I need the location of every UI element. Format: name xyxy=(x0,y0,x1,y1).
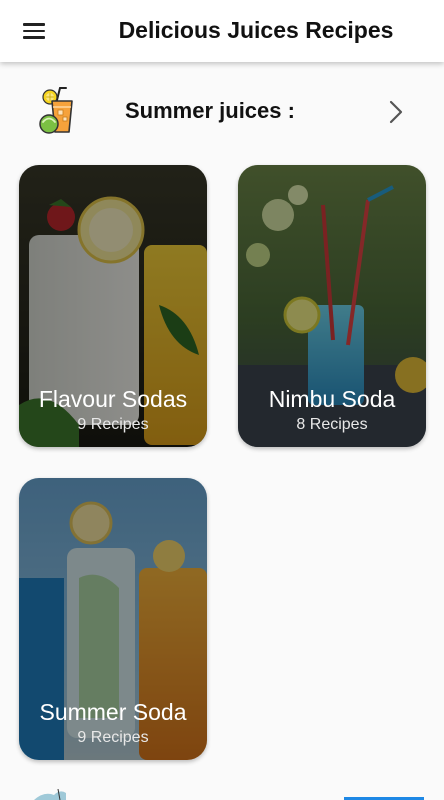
card-title: Nimbu Soda xyxy=(268,386,396,412)
category-card-flavour-sodas[interactable]: Flavour Sodas 9 Recipes xyxy=(19,165,207,447)
hamburger-menu-icon xyxy=(23,23,45,26)
app-bar: Delicious Juices Recipes xyxy=(0,0,444,62)
next-section-icon xyxy=(34,789,66,800)
menu-button[interactable] xyxy=(14,11,54,51)
hamburger-menu-icon-bar xyxy=(23,29,45,33)
juice-glass-icon xyxy=(39,87,73,134)
app-title: Delicious Juices Recipes xyxy=(118,17,394,43)
card-recipe-count: 8 Recipes xyxy=(296,416,368,433)
category-card-summer-soda[interactable]: Summer Soda 9 Recipes xyxy=(19,478,207,760)
hamburger-menu-icon-bar xyxy=(23,36,45,39)
category-card-nimbu-soda[interactable]: Nimbu Soda 8 Recipes xyxy=(238,165,426,447)
card-recipe-count: 9 Recipes xyxy=(77,729,149,746)
card-recipe-count: 9 Recipes xyxy=(77,416,149,433)
card-title: Summer Soda xyxy=(39,699,187,725)
card-title: Flavour Sodas xyxy=(38,386,188,412)
section-header[interactable]: Summer juices : xyxy=(0,62,444,166)
chevron-right-icon[interactable] xyxy=(380,96,412,128)
section-title: Summer juices : xyxy=(125,98,295,123)
